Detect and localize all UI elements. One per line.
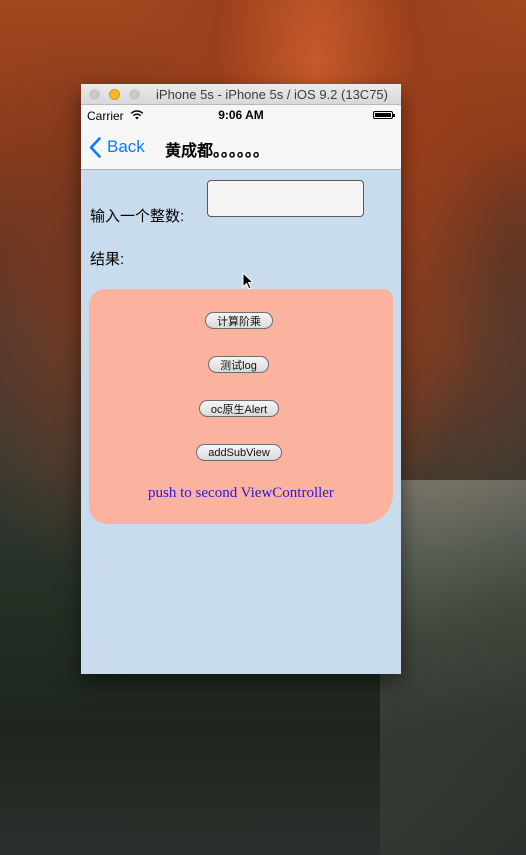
add-subview-button[interactable]: addSubView xyxy=(196,444,282,461)
view-content: 输入一个整数: 结果: 计算阶乘 测试log oc原生Alert addSubV… xyxy=(81,170,401,674)
back-button-label: Back xyxy=(107,137,145,156)
close-window-button[interactable] xyxy=(89,89,100,100)
integer-input-label: 输入一个整数: xyxy=(90,208,185,225)
battery-icon xyxy=(373,111,395,119)
native-alert-button[interactable]: oc原生Alert xyxy=(199,400,279,417)
minimize-window-button[interactable] xyxy=(109,89,120,100)
back-chevron-icon xyxy=(89,136,101,158)
navigation-bar: Back 黄成都。。。。。。 xyxy=(81,125,401,170)
window-title: iPhone 5s - iPhone 5s / iOS 9.2 (13C75) xyxy=(156,87,388,102)
test-log-button[interactable]: 测试log xyxy=(208,356,269,373)
push-second-viewcontroller-link[interactable]: push to second ViewController xyxy=(89,485,393,502)
nav-title: 黄成都。。。。。。 xyxy=(165,143,270,160)
window-titlebar[interactable]: iPhone 5s - iPhone 5s / iOS 9.2 (13C75) xyxy=(81,84,401,105)
back-button[interactable]: Back xyxy=(89,135,145,159)
desktop-wallpaper xyxy=(380,480,526,855)
ios-status-bar: Carrier 9:06 AM xyxy=(81,105,401,125)
integer-input[interactable] xyxy=(207,180,364,217)
factorial-button[interactable]: 计算阶乘 xyxy=(205,312,273,329)
simulator-window: iPhone 5s - iPhone 5s / iOS 9.2 (13C75) … xyxy=(81,84,401,674)
zoom-window-button[interactable] xyxy=(129,89,140,100)
mouse-cursor-icon xyxy=(242,272,254,290)
status-time: 9:06 AM xyxy=(218,108,264,122)
actions-panel: 计算阶乘 测试log oc原生Alert addSubView push to … xyxy=(89,289,393,524)
result-label: 结果: xyxy=(90,251,125,268)
